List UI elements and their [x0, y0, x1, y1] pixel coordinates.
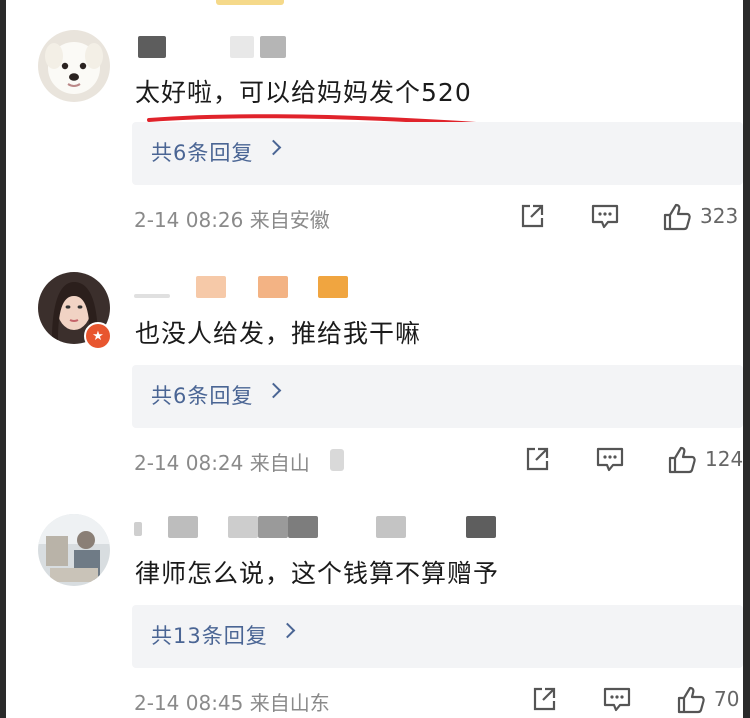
comment-item: 律师怎么说，这个钱算不算赠予 共13条回复 2-14 08:45 来自山东 70	[6, 480, 743, 718]
share-icon[interactable]	[530, 685, 558, 717]
star-badge-icon: ★	[84, 322, 112, 350]
comment-text: 太好啦，可以给妈妈发个520	[135, 78, 472, 107]
view-replies-button[interactable]: 共6条回复	[132, 122, 743, 185]
time-location: 2-14 08:26 来自安徽	[134, 208, 330, 232]
comment-meta: 2-14 08:26 来自安徽 323	[134, 202, 743, 232]
view-replies-button[interactable]: 共13条回复	[132, 605, 743, 668]
replies-count-label: 共13条回复	[151, 624, 268, 648]
comment-meta: 2-14 08:24 来自山 124	[134, 445, 743, 475]
comment-item: ★ 也没人给发，推给我干嘛 共6条回复 2-14 08:24 来自山 124	[6, 240, 743, 480]
comment-text: 也没人给发，推给我干嘛	[135, 319, 422, 348]
time-location: 2-14 08:24 来自山	[134, 451, 310, 475]
replies-count-label: 共6条回复	[151, 141, 254, 165]
comment-feed: 太好啦，可以给妈妈发个520 共6条回复 2-14 08:26 来自安徽 323	[6, 0, 743, 718]
like-count: 124	[705, 447, 743, 471]
photo-avatar[interactable]	[38, 514, 110, 586]
comment-icon[interactable]	[595, 445, 625, 477]
share-icon[interactable]	[523, 445, 551, 477]
time-location: 2-14 08:45 来自山东	[134, 691, 330, 715]
view-replies-button[interactable]: 共6条回复	[132, 365, 743, 428]
like-count: 70	[714, 687, 740, 711]
chevron-right-icon	[265, 382, 282, 399]
comment-icon[interactable]	[590, 202, 620, 234]
comment-text: 律师怎么说，这个钱算不算赠予	[135, 559, 500, 588]
share-icon[interactable]	[518, 202, 546, 234]
comment-icon[interactable]	[602, 685, 632, 717]
thumbs-up-icon[interactable]	[662, 202, 692, 236]
replies-count-label: 共6条回复	[151, 384, 254, 408]
chevron-right-icon	[279, 622, 296, 639]
like-count: 323	[700, 204, 739, 228]
comment-item: 太好啦，可以给妈妈发个520 共6条回复 2-14 08:26 来自安徽 323	[6, 0, 743, 240]
thumbs-up-icon[interactable]	[676, 685, 706, 718]
thumbs-up-icon[interactable]	[667, 445, 697, 479]
white-dog-avatar[interactable]	[38, 30, 110, 102]
comment-meta: 2-14 08:45 来自山东 70	[134, 685, 743, 715]
chevron-right-icon	[265, 139, 282, 156]
redacted-location	[330, 449, 344, 471]
